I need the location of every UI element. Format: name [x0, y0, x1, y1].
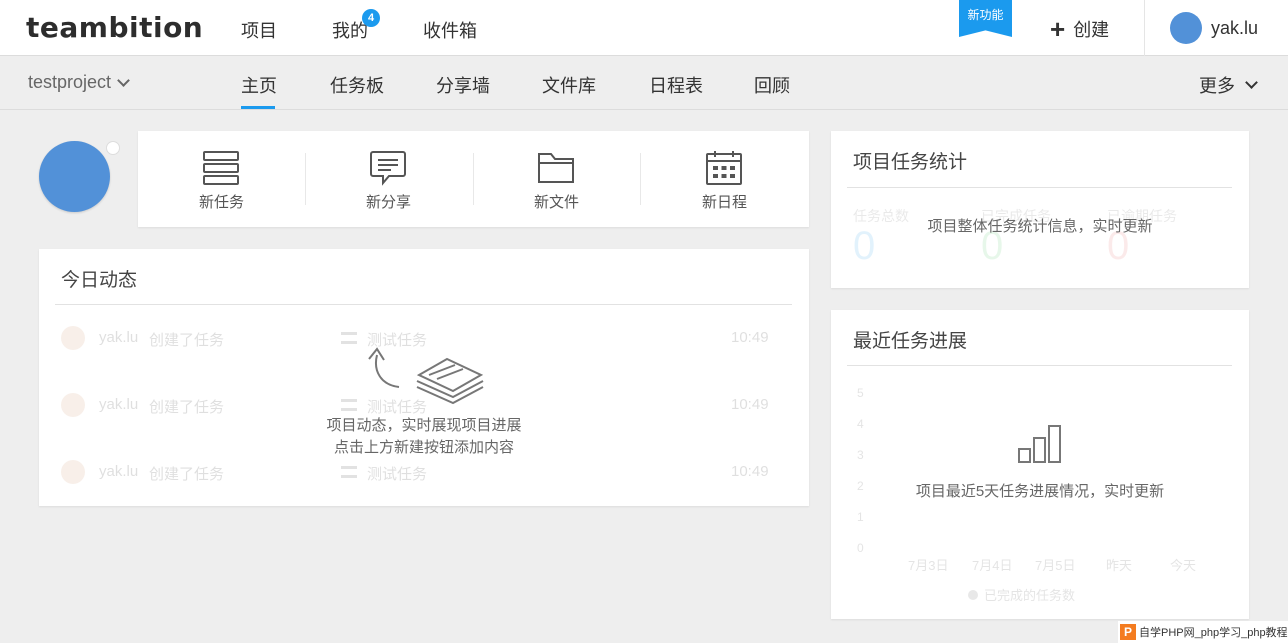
top-navbar: teambition 项目 我的 4 收件箱 新功能 + 创建 yak.lu: [0, 0, 1288, 56]
activity-time: 10:49: [731, 463, 769, 480]
tab-home[interactable]: 主页: [241, 72, 277, 98]
task-progress-card: 最近任务进展 5 4 3 2 1 0 7月3日 7月4日 7月5日 昨天 今天 …: [831, 310, 1249, 619]
activity-time: 10:49: [731, 396, 769, 413]
user-menu[interactable]: yak.lu: [1170, 12, 1258, 44]
task-icon: [341, 466, 357, 478]
legend-label: 已完成的任务数: [984, 588, 1076, 603]
tab-taskboard[interactable]: 任务板: [330, 72, 384, 98]
card-divider: [847, 187, 1232, 188]
activity-task: 测试任务: [367, 466, 428, 483]
y-tick: 3: [857, 448, 864, 462]
header-divider: [1144, 0, 1145, 56]
watermark-text: 自学PHP网_php学习_php教程: [1139, 627, 1288, 639]
notification-badge: 4: [362, 9, 380, 27]
new-event-button[interactable]: 新日程: [641, 131, 808, 227]
bar-chart-icon: [1018, 425, 1061, 463]
share-bubble-icon: [370, 151, 406, 186]
project-status-dot: [106, 141, 120, 155]
new-task-button[interactable]: 新任务: [138, 131, 305, 227]
activity-user: yak.lu: [99, 396, 139, 413]
progress-chart: 5 4 3 2 1 0 7月3日 7月4日 7月5日 昨天 今天 已完成的任务数: [831, 310, 1249, 619]
task-stats-card: 项目任务统计 任务总数 0 已完成任务 0 已逾期任务 0 项目整体任务统计信息…: [831, 131, 1249, 288]
chart-legend: 已完成的任务数: [968, 585, 1075, 604]
activity-verb: 创建了任务: [149, 332, 225, 349]
card-divider: [55, 304, 792, 305]
task-icon: [341, 332, 357, 344]
tab-files[interactable]: 文件库: [542, 72, 596, 98]
new-file-button[interactable]: 新文件: [473, 131, 640, 227]
more-menu[interactable]: 更多: [1199, 72, 1258, 98]
more-label: 更多: [1199, 76, 1235, 96]
active-tab-indicator: [241, 106, 275, 109]
x-tick: 7月5日: [1035, 558, 1076, 573]
activity-verb: 创建了任务: [149, 466, 225, 483]
activity-card: 今日动态 yak.lu 创建了任务 测试任务 10:49 yak.lu 创建了任…: [39, 249, 809, 506]
x-tick: 今天: [1170, 558, 1197, 573]
y-tick: 1: [857, 510, 864, 524]
empty-stack-icon: [368, 347, 484, 405]
user-avatar: [1170, 12, 1202, 44]
new-share-label: 新分享: [365, 194, 411, 211]
task-icon: [341, 399, 357, 411]
project-name: testproject: [28, 72, 112, 92]
new-file-label: 新文件: [533, 194, 579, 211]
avatar: [61, 326, 85, 350]
stats-overlay-message: 项目整体任务统计信息，实时更新: [927, 218, 1153, 235]
progress-overlay-message: 项目最近5天任务进展情况，实时更新: [915, 483, 1165, 500]
x-tick: 昨天: [1106, 558, 1133, 573]
tab-review[interactable]: 回顾: [754, 72, 790, 98]
project-avatar[interactable]: [39, 141, 110, 212]
y-tick: 4: [857, 417, 864, 431]
task-list-icon: [203, 151, 239, 185]
activity-empty-message: 项目动态，实时展现项目进展 点击上方新建按钮添加内容: [309, 415, 539, 459]
chevron-down-icon: [117, 73, 130, 87]
nav-inbox[interactable]: 收件箱: [423, 17, 477, 43]
nav-projects[interactable]: 项目: [241, 17, 277, 43]
avatar: [61, 393, 85, 417]
chevron-down-icon: [1245, 76, 1258, 89]
legend-dot: [968, 589, 978, 600]
y-tick: 2: [857, 479, 864, 493]
activity-row: yak.lu 创建了任务 测试任务 10:49: [61, 458, 771, 486]
avatar: [61, 460, 85, 484]
activity-user: yak.lu: [99, 463, 139, 480]
project-selector[interactable]: testproject: [28, 72, 130, 93]
project-navbar: testproject 主页 任务板 分享墙 文件库 日程表 回顾 更多: [0, 56, 1288, 110]
new-event-label: 新日程: [701, 194, 747, 211]
watermark-logo: P: [1120, 624, 1136, 640]
new-feature-ribbon[interactable]: 新功能: [959, 0, 1012, 37]
quick-actions-card: 新任务 新分享 新文件 新日程: [138, 131, 809, 227]
x-tick: 7月4日: [972, 558, 1013, 573]
new-share-button[interactable]: 新分享: [305, 131, 472, 227]
stats-title: 项目任务统计: [853, 152, 968, 173]
create-button[interactable]: + 创建: [1050, 16, 1109, 42]
y-tick: 0: [857, 541, 864, 555]
tab-share-wall[interactable]: 分享墙: [436, 72, 490, 98]
plus-icon: +: [1050, 14, 1066, 44]
x-tick: 7月3日: [908, 558, 949, 573]
create-label: 创建: [1073, 20, 1110, 40]
user-name: yak.lu: [1211, 17, 1259, 38]
new-task-label: 新任务: [198, 194, 244, 211]
empty-line-1: 项目动态，实时展现项目进展: [326, 417, 522, 434]
tab-calendar[interactable]: 日程表: [649, 72, 703, 98]
y-tick: 5: [857, 386, 864, 400]
empty-line-2: 点击上方新建按钮添加内容: [333, 439, 514, 456]
folder-icon: [538, 153, 574, 183]
activity-verb: 创建了任务: [149, 399, 225, 416]
activity-title: 今日动态: [61, 270, 138, 291]
activity-time: 10:49: [731, 329, 769, 346]
site-watermark: P 自学PHP网_php学习_php教程: [1118, 621, 1288, 643]
teambition-logo[interactable]: teambition: [26, 11, 203, 44]
activity-user: yak.lu: [99, 329, 139, 346]
calendar-icon: [706, 151, 742, 185]
